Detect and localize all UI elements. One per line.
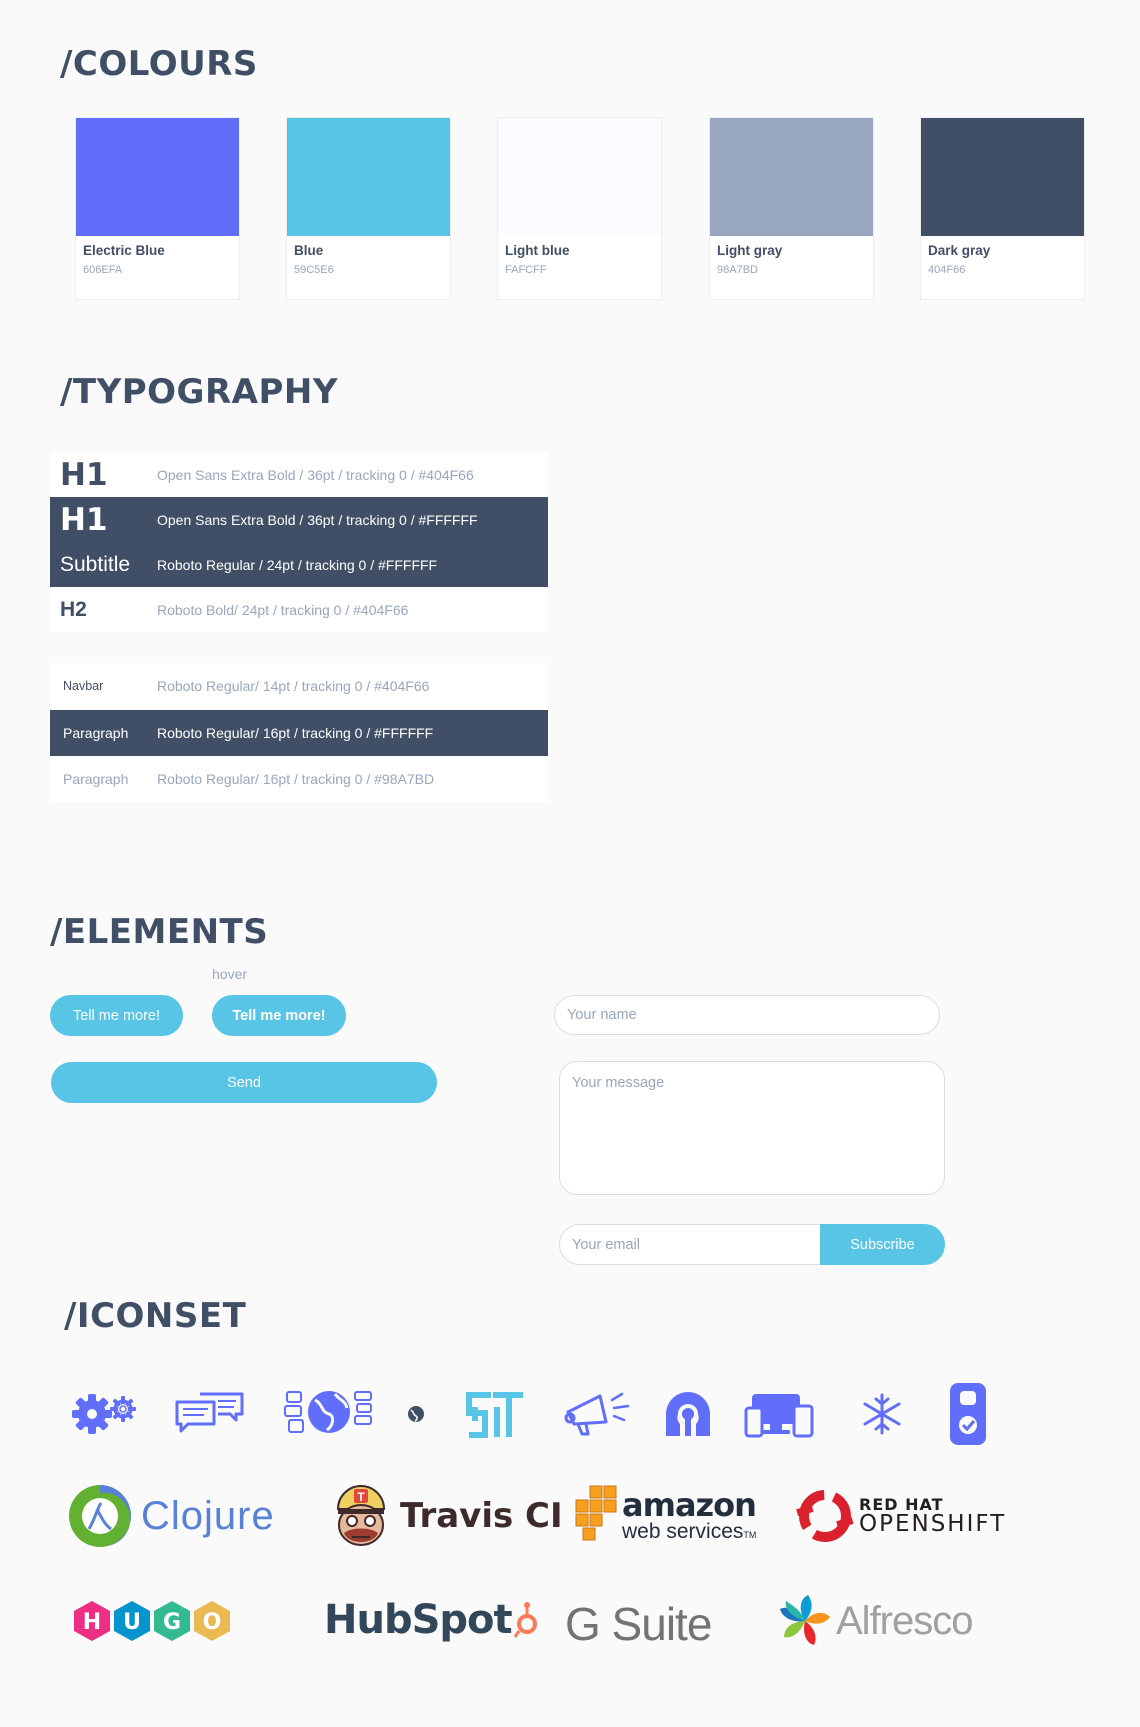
type-row-paragraph-gray: Paragraph Roboto Regular/ 16pt / trackin… (50, 756, 548, 802)
chat-bubbles-icon (175, 1392, 244, 1433)
subscribe-button[interactable]: Subscribe (820, 1224, 945, 1265)
type-desc: Roboto Regular/ 16pt / tracking 0 / #FFF… (157, 725, 434, 741)
swatch-chip (710, 118, 873, 236)
globe-grid-icon (284, 1391, 372, 1433)
redhat-openshift-logo: RED HAT OPENSHIFT (795, 1487, 1006, 1545)
gears-icon (72, 1394, 136, 1434)
aws-amazon-text: amazon (622, 1485, 757, 1524)
openshift-text: OPENSHIFT (859, 1510, 1007, 1537)
swatch-chip (498, 118, 661, 236)
type-desc: Roboto Regular/ 16pt / tracking 0 / #98A… (157, 771, 435, 787)
iconset-title: /ICONSET (64, 1296, 247, 1336)
small-globe-icon (408, 1406, 424, 1422)
alfresco-logo: Alfresco (778, 1593, 973, 1649)
hubspot-sprocket-icon (513, 1602, 537, 1638)
devices-icon (744, 1394, 814, 1438)
type-label: Paragraph (63, 725, 129, 741)
swatch-light-blue: Light blue FAFCFF (497, 117, 662, 300)
snowflake-icon (863, 1393, 901, 1435)
hover-label: hover (212, 966, 248, 982)
st-logo-icon (466, 1392, 523, 1438)
hubspot-logo: HubSpot (324, 1597, 540, 1643)
swatch-name: Electric Blue (83, 243, 165, 258)
type-row-paragraph-white: Paragraph Roboto Regular/ 16pt / trackin… (50, 710, 548, 756)
swatch-hex: 59C5E6 (294, 264, 334, 276)
aws-logo: amazon web servicesTM (574, 1484, 757, 1546)
gsuite-wordmark: G Suite (565, 1598, 712, 1650)
aws-tm: TM (743, 1529, 757, 1540)
name-input[interactable]: Your name (554, 995, 940, 1035)
swatch-name: Dark gray (928, 243, 991, 258)
gsuite-logo: G Suite (565, 1597, 712, 1651)
hugo-hexagons-icon: H U G O (74, 1601, 230, 1641)
alfresco-wordmark: Alfresco (836, 1598, 973, 1643)
clojure-logo: Clojure (67, 1483, 275, 1549)
type-label: H2 (60, 597, 87, 621)
openshift-wordmark: RED HAT OPENSHIFT (859, 1496, 1007, 1537)
aws-webservices-line: web servicesTM (622, 1521, 756, 1542)
type-desc: Roboto Regular / 24pt / tracking 0 / #FF… (157, 556, 438, 573)
colours-title: /COLOURS (60, 44, 258, 84)
travis-ci-logo: T Travis CI (330, 1483, 563, 1549)
type-label: Paragraph (63, 771, 129, 787)
email-placeholder: Your email (572, 1237, 640, 1253)
swatch-chip (76, 118, 239, 236)
swatch-chip (287, 118, 450, 236)
swatch-electric-blue: Electric Blue 606EFA (75, 117, 240, 300)
type-label: H1 (60, 456, 108, 493)
send-button[interactable]: Send (51, 1062, 437, 1103)
hugo-letter-g: G (163, 1610, 181, 1635)
email-input[interactable]: Your email (559, 1224, 845, 1265)
swatch-hex: 606EFA (83, 264, 123, 276)
type-row-subtitle: Subtitle Roboto Regular / 24pt / trackin… (50, 542, 548, 587)
tell-me-more-button[interactable]: Tell me more! (50, 995, 183, 1036)
openshift-ring-icon (796, 1490, 854, 1542)
aws-cubes-icon (575, 1485, 617, 1541)
type-label: Subtitle (60, 552, 131, 576)
type-row-h1-dark-text: H1 Open Sans Extra Bold / 36pt / trackin… (50, 452, 548, 497)
swatch-name: Light gray (717, 243, 783, 258)
type-label: H1 (60, 501, 108, 538)
type-row-navbar: Navbar Roboto Regular/ 14pt / tracking 0… (50, 663, 548, 709)
aws-webservices-text: web services (622, 1519, 744, 1543)
travis-mascot-icon: T (336, 1485, 386, 1546)
hugo-letter-h: H (83, 1610, 101, 1635)
elements-title: /ELEMENTS (50, 912, 269, 952)
hugo-letter-u: U (123, 1610, 141, 1635)
swatch-hex: FAFCFF (505, 264, 547, 276)
tell-me-more-button-hover[interactable]: Tell me more! (212, 995, 346, 1036)
swatch-hex: 98A7BD (717, 264, 758, 276)
type-desc: Open Sans Extra Bold / 36pt / tracking 0… (157, 466, 474, 483)
swatch-chip (921, 118, 1084, 236)
swatch-name: Blue (294, 243, 324, 258)
aws-wordmark: amazon web servicesTM (622, 1485, 757, 1542)
type-row-h2: H2 Roboto Bold/ 24pt / tracking 0 / #404… (50, 587, 548, 632)
name-placeholder: Your name (567, 1007, 637, 1023)
type-desc: Open Sans Extra Bold / 36pt / tracking 0… (157, 511, 478, 528)
swatch-light-gray: Light gray 98A7BD (709, 117, 874, 300)
typography-title: /TYPOGRAPHY (60, 372, 338, 412)
hugo-letter-o: O (203, 1610, 222, 1635)
swatch-blue: Blue 59C5E6 (286, 117, 451, 300)
badge-check-icon (950, 1383, 986, 1445)
type-desc: Roboto Regular/ 14pt / tracking 0 / #404… (157, 678, 430, 694)
keyhole-icon (666, 1392, 710, 1436)
clojure-mark-icon (69, 1485, 131, 1547)
hugo-logo: H U G O (72, 1597, 238, 1645)
swatch-hex: 404F66 (928, 264, 966, 276)
type-label: Navbar (63, 679, 104, 693)
type-row-h1-white-text: H1 Open Sans Extra Bold / 36pt / trackin… (50, 497, 548, 542)
megaphone-icon (564, 1392, 630, 1436)
clojure-wordmark: Clojure (141, 1493, 275, 1538)
alfresco-flower-icon (780, 1595, 830, 1645)
travis-wordmark: Travis CI (400, 1496, 563, 1536)
message-textarea[interactable]: Your message (559, 1061, 945, 1195)
message-placeholder: Your message (572, 1075, 665, 1091)
swatch-dark-gray: Dark gray 404F66 (920, 117, 1085, 300)
svg-text:T: T (357, 1490, 365, 1504)
type-desc: Roboto Bold/ 24pt / tracking 0 / #404F66 (157, 601, 409, 618)
hubspot-wordmark: HubSpot (324, 1597, 513, 1643)
swatch-name: Light blue (505, 243, 570, 258)
